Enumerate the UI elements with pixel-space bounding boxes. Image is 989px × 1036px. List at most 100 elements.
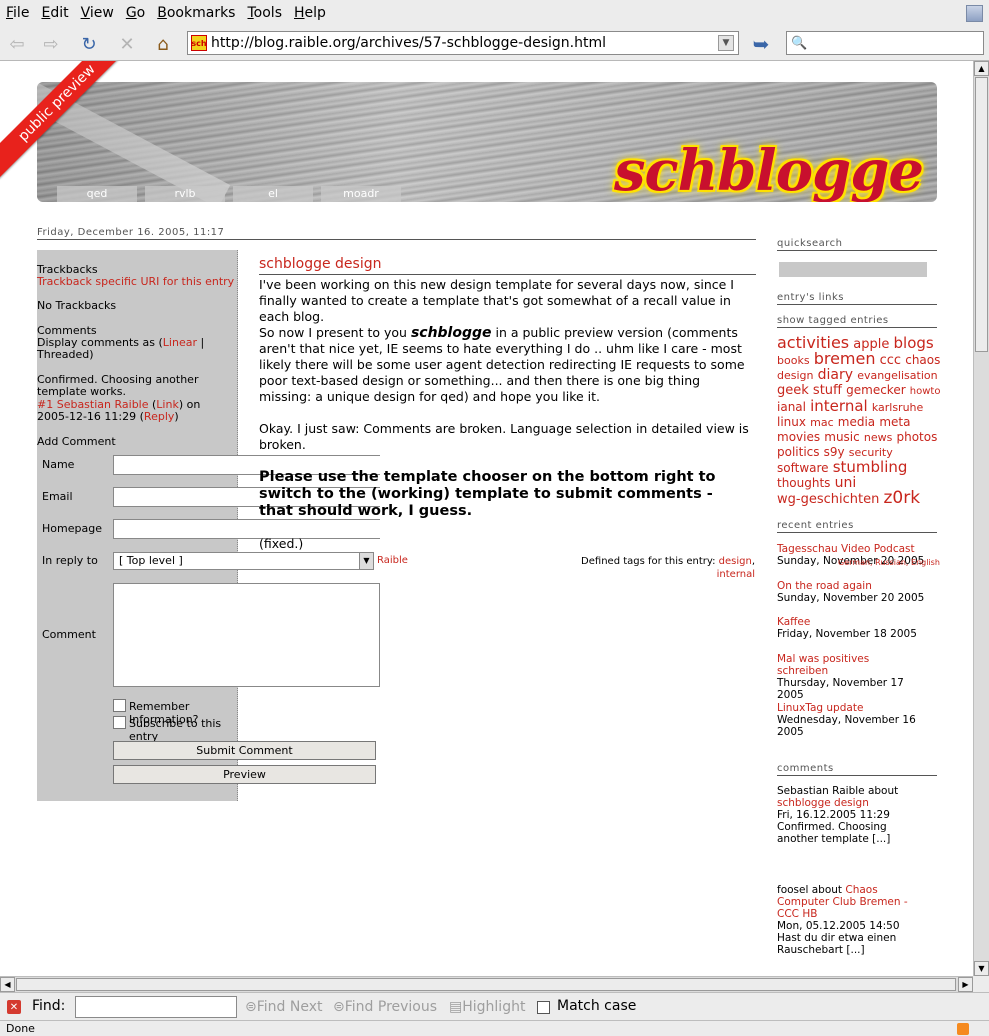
name-label: Name: [42, 458, 75, 471]
web-search-input[interactable]: 🔍: [786, 31, 984, 55]
tag-link[interactable]: ianal: [777, 400, 806, 414]
reload-icon[interactable]: ↻: [76, 32, 102, 56]
tag-link[interactable]: stuff: [813, 383, 842, 398]
menu-file[interactable]: File: [4, 5, 35, 21]
recent-entry-link[interactable]: Tagesschau Video Podcast: [777, 543, 937, 555]
tag-link[interactable]: software: [777, 461, 829, 475]
vertical-scrollbar[interactable]: ▲ ▼: [973, 61, 989, 976]
tag-link[interactable]: stumbling: [833, 458, 908, 476]
preview-button[interactable]: Preview: [113, 765, 376, 784]
reply-author-link[interactable]: Raible: [377, 555, 408, 566]
vertical-scroll-thumb[interactable]: [975, 77, 988, 352]
quicksearch-input[interactable]: [779, 262, 927, 277]
tag-link[interactable]: design: [777, 369, 814, 382]
tab-moadr[interactable]: moadr: [321, 186, 401, 202]
recent-entry-link[interactable]: On the road again: [777, 580, 937, 592]
tag-link[interactable]: meta: [879, 415, 910, 429]
tab-el[interactable]: el: [233, 186, 313, 202]
highlight-button[interactable]: ▤Highlight: [449, 999, 525, 1015]
tag-link[interactable]: uni: [835, 475, 857, 491]
tag-link[interactable]: diary: [818, 367, 853, 383]
tag-link[interactable]: movies: [777, 430, 820, 444]
tag-link[interactable]: politics: [777, 445, 820, 459]
menu-edit[interactable]: Edit: [39, 5, 74, 21]
menu-view[interactable]: View: [79, 5, 120, 21]
tag-link[interactable]: blogs: [894, 334, 934, 352]
language-selector[interactable]: German, Russian, English: [838, 558, 940, 567]
comment-textarea[interactable]: [113, 583, 380, 687]
tab-qed[interactable]: qed: [57, 186, 137, 202]
stop-icon[interactable]: ✕: [114, 32, 140, 56]
tag-link[interactable]: books: [777, 354, 810, 367]
site-title[interactable]: schblogge: [614, 138, 924, 202]
tag-link[interactable]: gemecker: [846, 383, 906, 397]
rss-feed-icon[interactable]: [957, 1023, 969, 1035]
entry-date: Friday, December 16. 2005, 11:17: [37, 227, 756, 240]
close-icon[interactable]: ✕: [7, 1000, 21, 1014]
chevron-down-icon[interactable]: ▼: [359, 553, 373, 569]
recent-entry: Mal was positives schreiben Thursday, Nov…: [777, 653, 917, 701]
tag-link[interactable]: wg-geschichten: [777, 492, 879, 507]
recent-entry-link[interactable]: Mal was positives schreiben: [777, 653, 917, 677]
recent-entry: On the road again Sunday, November 20 200…: [777, 580, 937, 604]
match-case-checkbox[interactable]: [537, 1001, 550, 1014]
menu-help[interactable]: Help: [292, 5, 332, 21]
tag-link[interactable]: karlsruhe: [872, 401, 923, 414]
url-bar[interactable]: sch http://blog.raible.org/archives/57-s…: [187, 31, 739, 55]
menu-bookmarks[interactable]: Bookmarks: [155, 5, 241, 21]
homepage-field[interactable]: [113, 519, 380, 539]
recent-entry-link[interactable]: LinuxTag update: [777, 702, 927, 714]
tag-link[interactable]: music: [824, 430, 859, 444]
tag-link[interactable]: linux: [777, 415, 806, 429]
linear-link[interactable]: Linear: [163, 336, 197, 349]
find-label: Find:: [32, 998, 66, 1014]
tag-internal-link[interactable]: internal: [717, 569, 755, 580]
find-previous-button[interactable]: ⊜Find Previous: [333, 999, 437, 1015]
find-next-button[interactable]: ⊜Find Next: [245, 999, 322, 1015]
tag-link[interactable]: media: [838, 415, 875, 429]
scroll-up-icon[interactable]: ▲: [974, 61, 989, 76]
find-previous-icon: ⊜: [333, 999, 345, 1015]
trackback-uri-link[interactable]: Trackback specific URI for this entry: [37, 276, 234, 288]
reply-to-select[interactable]: [ Top level ] ▼: [113, 552, 374, 570]
tag-design-link[interactable]: design: [719, 556, 752, 567]
url-text[interactable]: http://blog.raible.org/archives/57-schbl…: [211, 35, 718, 51]
comment-reply-link[interactable]: Reply: [144, 410, 174, 423]
url-history-dropdown-icon[interactable]: ▼: [718, 35, 734, 51]
tag-link[interactable]: thoughts: [777, 476, 830, 490]
home-icon[interactable]: ⌂: [150, 32, 176, 56]
horizontal-scroll-thumb[interactable]: [16, 978, 956, 991]
subscribe-checkbox[interactable]: [113, 716, 126, 729]
scroll-right-icon[interactable]: ▶: [958, 977, 973, 992]
tag-link[interactable]: s9y: [824, 445, 845, 459]
post-notice: Please use the template chooser on the b…: [259, 469, 716, 519]
tag-link[interactable]: howto: [910, 386, 941, 397]
tag-link[interactable]: mac: [810, 416, 834, 429]
post-tags: Defined tags for this entry: design, inte…: [581, 556, 755, 580]
tag-link[interactable]: bremen: [814, 349, 876, 368]
tag-link[interactable]: news: [864, 431, 892, 444]
tag-link[interactable]: evangelisation: [857, 369, 937, 382]
horizontal-scrollbar[interactable]: ◀ ▶: [0, 976, 973, 992]
recent-entry-link[interactable]: Kaffee: [777, 616, 937, 628]
tag-link[interactable]: internal: [810, 397, 868, 415]
menu-tools[interactable]: Tools: [245, 5, 288, 21]
tag-link[interactable]: ccc: [880, 353, 901, 368]
find-input[interactable]: [75, 996, 237, 1018]
scroll-down-icon[interactable]: ▼: [974, 961, 989, 976]
threaded-label[interactable]: Threaded): [37, 348, 94, 361]
tag-link[interactable]: chaos: [905, 353, 940, 367]
tag-link[interactable]: z0rk: [883, 488, 920, 508]
sidebar-comment-link[interactable]: schblogge design: [777, 797, 907, 809]
tag-link[interactable]: photos: [896, 430, 937, 444]
go-arrow-icon[interactable]: ➥: [748, 32, 774, 56]
forward-arrow-icon[interactable]: ⇨: [38, 32, 64, 56]
tab-rvlb[interactable]: rvlb: [145, 186, 225, 202]
remember-info-checkbox[interactable]: [113, 699, 126, 712]
menu-go[interactable]: Go: [124, 5, 151, 21]
scroll-left-icon[interactable]: ◀: [0, 977, 15, 992]
submit-comment-button[interactable]: Submit Comment: [113, 741, 376, 760]
tag-link[interactable]: geek: [777, 383, 809, 398]
back-arrow-icon[interactable]: ⇦: [4, 32, 30, 56]
post-title[interactable]: schblogge design: [259, 256, 756, 275]
